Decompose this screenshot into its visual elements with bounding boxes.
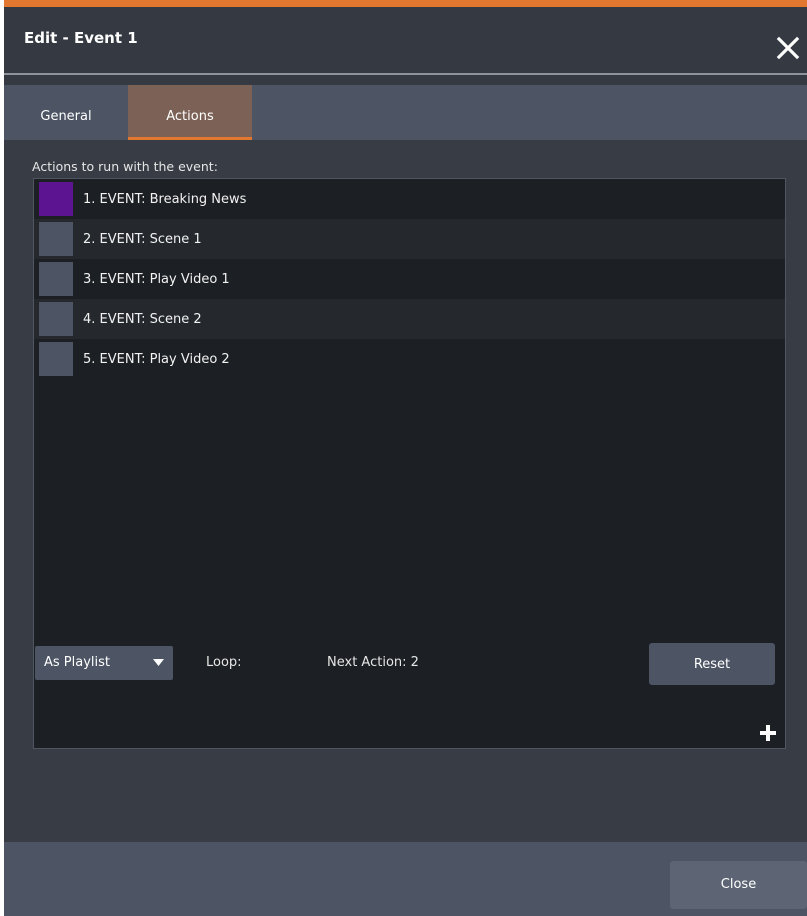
list-item[interactable]: 3. EVENT: Play Video 1 <box>34 259 785 299</box>
dialog-title: Edit - Event 1 <box>24 29 138 47</box>
tab-actions-label: Actions <box>166 109 214 124</box>
action-label: 5. EVENT: Play Video 2 <box>83 351 230 367</box>
next-action-text: Next Action: 2 <box>327 655 419 670</box>
action-color-swatch[interactable] <box>39 182 73 216</box>
action-color-swatch[interactable] <box>39 302 73 336</box>
playback-mode-select[interactable]: As Playlist <box>35 646 173 680</box>
list-item[interactable]: 1. EVENT: Breaking News <box>34 179 785 219</box>
playback-controls: As Playlist Loop: Next Action: 2 Reset <box>4 643 807 687</box>
list-item[interactable]: 2. EVENT: Scene 1 <box>34 219 785 259</box>
actions-list-label: Actions to run with the event: <box>32 159 218 174</box>
list-item[interactable]: 4. EVENT: Scene 2 <box>34 299 785 339</box>
action-color-swatch[interactable] <box>39 222 73 256</box>
dialog-footer: Close <box>4 842 807 916</box>
actions-content: Actions to run with the event: 1. EVENT:… <box>4 140 807 840</box>
tab-actions[interactable]: Actions <box>128 85 252 140</box>
action-label: 4. EVENT: Scene 2 <box>83 311 202 327</box>
tab-bar: General Actions <box>4 85 807 140</box>
chevron-down-icon <box>153 659 164 666</box>
accent-bar <box>4 0 807 7</box>
tab-general[interactable]: General <box>4 85 128 140</box>
plus-icon[interactable] <box>759 724 777 742</box>
action-label: 1. EVENT: Breaking News <box>83 191 247 207</box>
playback-mode-value: As Playlist <box>44 655 111 670</box>
edit-event-dialog: Edit - Event 1 General Actions Actions t… <box>4 0 807 916</box>
title-gap <box>4 75 807 85</box>
action-color-swatch[interactable] <box>39 262 73 296</box>
action-label: 3. EVENT: Play Video 1 <box>83 271 230 287</box>
loop-checkbox[interactable] <box>271 649 303 681</box>
action-label: 2. EVENT: Scene 1 <box>83 231 202 247</box>
title-bar: Edit - Event 1 <box>4 7 807 73</box>
reset-button[interactable]: Reset <box>649 643 775 685</box>
loop-label: Loop: <box>206 655 242 670</box>
list-item[interactable]: 5. EVENT: Play Video 2 <box>34 339 785 379</box>
close-x-icon[interactable] <box>775 35 801 61</box>
action-color-swatch[interactable] <box>39 342 73 376</box>
close-button[interactable]: Close <box>670 861 807 909</box>
